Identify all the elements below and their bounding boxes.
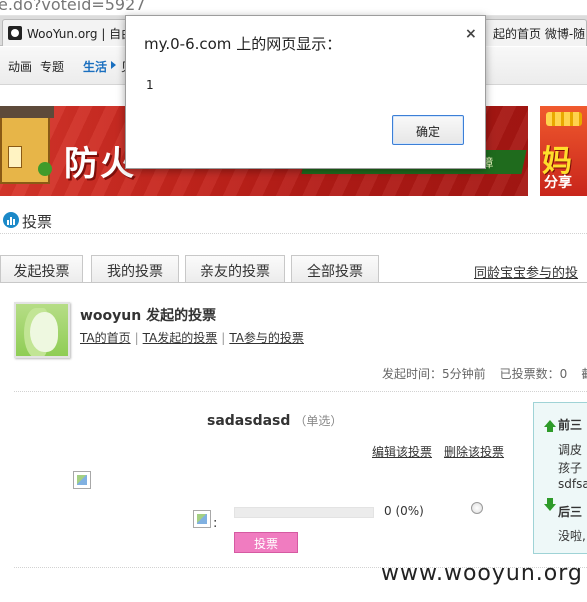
watermark: www.wooyun.org bbox=[381, 561, 583, 586]
tab-title: 起的首页 微博-随时... bbox=[493, 27, 586, 41]
tab-title: WooYun.org | 自由 bbox=[27, 27, 130, 41]
avatar-face bbox=[30, 312, 58, 352]
address-text: e.do?voteid=5927 bbox=[0, 0, 146, 14]
poll-owner-title: wooyun 发起的投票 bbox=[80, 308, 217, 324]
user-home-link[interactable]: TA的首页 bbox=[80, 331, 131, 345]
start-time: 发起时间：5分钟前 bbox=[382, 367, 486, 381]
deadline: 截 bbox=[581, 367, 587, 381]
wooyun-favicon-icon bbox=[8, 26, 22, 40]
address-bar[interactable]: e.do?voteid=5927 bbox=[0, 0, 587, 16]
divider bbox=[14, 391, 587, 392]
tab-my-polls[interactable]: 我的投票 bbox=[91, 255, 179, 282]
tabs-underline bbox=[0, 282, 587, 283]
vote-button[interactable]: 投票 bbox=[234, 532, 298, 553]
poll-type: （单选） bbox=[294, 414, 343, 428]
banner-right-small-text: 分享 bbox=[544, 175, 572, 191]
option-label: : bbox=[213, 516, 218, 531]
related-polls-box: 前三 调皮 孩子 sdfsa 后三 没啦, bbox=[533, 402, 587, 554]
section-header: 投票 bbox=[0, 210, 587, 234]
ad-banner-right[interactable]: 妈 分享 bbox=[540, 106, 587, 196]
prev-item[interactable]: sdfsa bbox=[558, 477, 587, 491]
user-links: TA的首页 | TA发起的投票 | TA参与的投票 bbox=[80, 329, 304, 346]
tree-icon bbox=[38, 162, 52, 176]
next-three-label: 后三 bbox=[558, 505, 583, 519]
edit-poll-link[interactable]: 编辑该投票 bbox=[372, 443, 432, 460]
option-radio[interactable] bbox=[471, 502, 483, 514]
browser-tab-weibo[interactable]: 起的首页 微博-随时... bbox=[484, 19, 587, 46]
avatar[interactable] bbox=[14, 302, 70, 358]
nav-item-animation[interactable]: 动画 bbox=[8, 58, 32, 75]
poll-title: sadasdasd （单选） bbox=[207, 412, 342, 429]
separator: | bbox=[221, 331, 226, 345]
prev-item[interactable]: 调皮 bbox=[558, 441, 582, 458]
poll-meta: 发起时间：5分钟前已投票数：0 截 bbox=[382, 365, 587, 382]
broken-image-icon bbox=[193, 510, 211, 528]
prev-item[interactable]: 孩子 bbox=[558, 459, 582, 476]
tab-friends-polls[interactable]: 亲友的投票 bbox=[185, 255, 285, 282]
coins-icon bbox=[546, 112, 582, 126]
result-bar bbox=[234, 507, 374, 518]
section-title: 投票 bbox=[22, 213, 53, 231]
poll-title-text: sadasdasd bbox=[207, 413, 291, 429]
browser-tab-wooyun[interactable]: WooYun.org | 自由 bbox=[2, 19, 130, 46]
dialog-message: 1 bbox=[146, 78, 154, 92]
user-joined-polls-link[interactable]: TA参与的投票 bbox=[229, 331, 304, 345]
arrow-up-icon bbox=[544, 420, 556, 432]
delete-poll-link[interactable]: 删除该投票 bbox=[444, 443, 504, 460]
same-age-baby-polls-link[interactable]: 同龄宝宝参与的投 bbox=[474, 262, 578, 281]
vote-count: 已投票数：0 bbox=[499, 367, 568, 381]
alert-dialog: my.0-6.com 上的网页显示： × 1 确定 bbox=[125, 15, 486, 169]
ok-button[interactable]: 确定 bbox=[392, 115, 464, 145]
tab-start-poll[interactable]: 发起投票 bbox=[0, 255, 83, 282]
door-icon bbox=[8, 146, 22, 168]
broken-image-icon bbox=[73, 471, 91, 489]
arrow-down-icon bbox=[544, 498, 556, 511]
nav-arrow-icon bbox=[111, 61, 116, 69]
prev-three-label: 前三 bbox=[558, 418, 583, 432]
separator: | bbox=[134, 331, 139, 345]
result-value: 0 (0%) bbox=[384, 504, 424, 518]
dialog-title: my.0-6.com 上的网页显示： bbox=[144, 35, 342, 53]
nav-item-life[interactable]: 生活 bbox=[83, 58, 107, 75]
close-icon[interactable]: × bbox=[465, 26, 477, 42]
user-created-polls-link[interactable]: TA发起的投票 bbox=[143, 331, 218, 345]
next-item: 没啦, bbox=[558, 529, 586, 543]
poll-chart-icon bbox=[3, 212, 19, 228]
nav-item-topics[interactable]: 专题 bbox=[40, 58, 64, 75]
tab-all-polls[interactable]: 全部投票 bbox=[291, 255, 379, 282]
